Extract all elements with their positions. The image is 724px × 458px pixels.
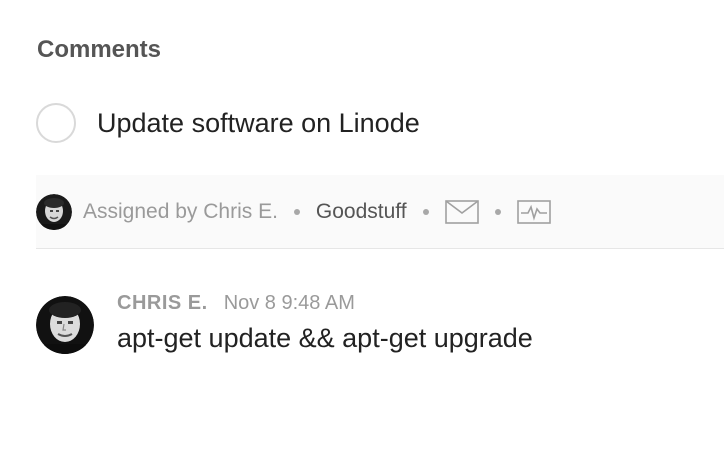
project-link[interactable]: Goodstuff xyxy=(316,200,407,224)
comments-heading: Comments xyxy=(37,36,162,63)
task-row: Update software on Linode xyxy=(36,103,420,143)
task-title[interactable]: Update software on Linode xyxy=(97,108,420,139)
assigned-by-label: Assigned by Chris E. xyxy=(83,199,278,223)
task-meta-bar: Assigned by Chris E. Goodstuff xyxy=(36,175,724,249)
separator-dot xyxy=(422,208,429,215)
activity-icon[interactable] xyxy=(516,199,551,224)
comment-text: apt-get update && apt-get upgrade xyxy=(117,323,533,353)
comment-body: CHRIS E. Nov 8 9:48 AM apt-get update &&… xyxy=(117,292,533,354)
comment-author-avatar[interactable] xyxy=(36,296,94,354)
assigner-avatar[interactable] xyxy=(36,193,72,230)
task-detail-panel: Comments Update software on Linode Assig… xyxy=(0,0,724,458)
mail-icon[interactable] xyxy=(444,199,479,224)
separator-dot xyxy=(494,208,501,215)
comment-timestamp: Nov 8 9:48 AM xyxy=(223,292,355,314)
comment-header: CHRIS E. Nov 8 9:48 AM xyxy=(117,292,533,315)
task-complete-checkbox[interactable] xyxy=(36,103,76,143)
comment-item: CHRIS E. Nov 8 9:48 AM apt-get update &&… xyxy=(36,292,533,354)
comment-author: CHRIS E. xyxy=(117,292,208,314)
separator-dot xyxy=(293,208,300,215)
